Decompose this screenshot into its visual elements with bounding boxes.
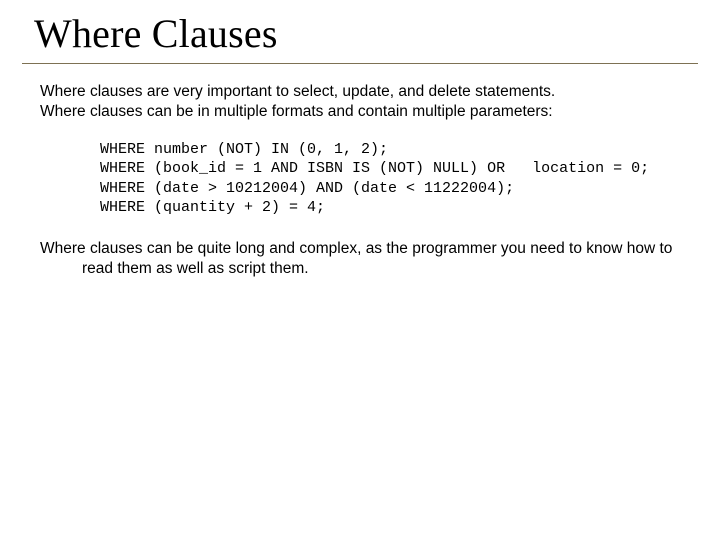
- code-line-2: WHERE (book_id = 1 AND ISBN IS (NOT) NUL…: [100, 160, 649, 177]
- title-container: Where Clauses: [22, 10, 698, 64]
- code-line-1: WHERE number (NOT) IN (0, 1, 2);: [100, 141, 388, 158]
- code-block: WHERE number (NOT) IN (0, 1, 2); WHERE (…: [100, 140, 680, 217]
- slide: Where Clauses Where clauses are very imp…: [0, 0, 720, 540]
- code-line-3: WHERE (date > 10212004) AND (date < 1122…: [100, 180, 514, 197]
- body-content: Where clauses are very important to sele…: [12, 82, 708, 279]
- code-line-4: WHERE (quantity + 2) = 4;: [100, 199, 325, 216]
- page-title: Where Clauses: [28, 10, 698, 57]
- intro-paragraph: Where clauses are very important to sele…: [40, 82, 680, 122]
- closing-paragraph: Where clauses can be quite long and comp…: [40, 239, 680, 279]
- intro-line-1: Where clauses are very important to sele…: [40, 83, 555, 100]
- intro-line-2: Where clauses can be in multiple formats…: [40, 103, 553, 120]
